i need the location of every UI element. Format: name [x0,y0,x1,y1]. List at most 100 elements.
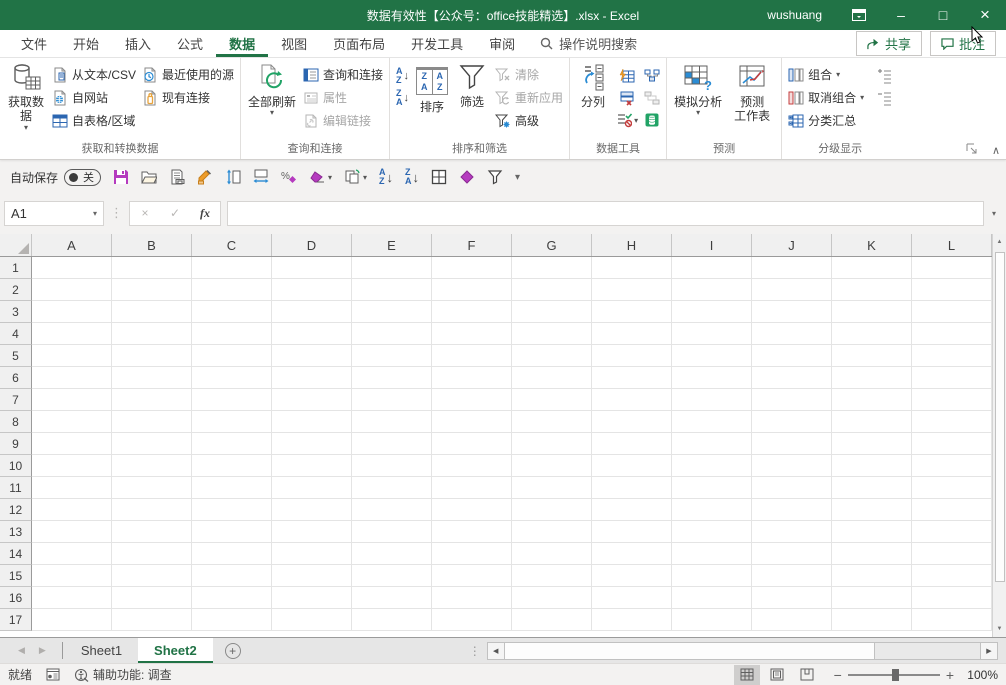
remove-duplicates-button[interactable] [613,87,641,109]
cell-J6[interactable] [752,367,832,389]
cell-L15[interactable] [912,565,992,587]
cell-L14[interactable] [912,543,992,565]
cell-B16[interactable] [112,587,192,609]
cell-B11[interactable] [112,477,192,499]
row-header-12[interactable]: 12 [0,499,32,521]
tell-me-search[interactable]: 操作说明搜索 [528,30,649,57]
cell-B1[interactable] [112,257,192,279]
cell-I15[interactable] [672,565,752,587]
cell-A15[interactable] [32,565,112,587]
zoom-level[interactable]: 100% [958,668,998,682]
cell-J13[interactable] [752,521,832,543]
row-header-14[interactable]: 14 [0,543,32,565]
row-header-13[interactable]: 13 [0,521,32,543]
queries-connections-button[interactable]: 查询和连接 [300,63,386,86]
cell-E7[interactable] [352,389,432,411]
cell-E14[interactable] [352,543,432,565]
cell-H16[interactable] [592,587,672,609]
cell-E9[interactable] [352,433,432,455]
cell-G6[interactable] [512,367,592,389]
column-header-K[interactable]: K [832,234,912,256]
cell-B14[interactable] [112,543,192,565]
cell-B17[interactable] [112,609,192,631]
cell-H7[interactable] [592,389,672,411]
cell-L1[interactable] [912,257,992,279]
zoom-out-button[interactable]: − [834,667,842,683]
cell-E17[interactable] [352,609,432,631]
scroll-left-icon[interactable]: ◀ [487,642,505,660]
cell-H3[interactable] [592,301,672,323]
cell-D4[interactable] [272,323,352,345]
cell-K9[interactable] [832,433,912,455]
print-preview-button[interactable] [169,169,185,185]
cell-D1[interactable] [272,257,352,279]
cell-D17[interactable] [272,609,352,631]
accessibility-status[interactable]: 辅助功能: 调查 [74,666,172,683]
tab-插入[interactable]: 插入 [112,30,164,57]
cell-A11[interactable] [32,477,112,499]
from-table-range-button[interactable]: 自表格/区域 [49,109,139,132]
cell-G5[interactable] [512,345,592,367]
outline-dialog-launcher-icon[interactable] [966,143,978,155]
cell-K11[interactable] [832,477,912,499]
cell-H5[interactable] [592,345,672,367]
what-if-analysis-button[interactable]: ? 模拟分析 ▾ [670,61,726,119]
enter-button[interactable]: ✓ [160,206,190,220]
column-header-G[interactable]: G [512,234,592,256]
tab-scroll-splitter[interactable]: ⋮ [463,638,487,663]
cell-I6[interactable] [672,367,752,389]
cell-C14[interactable] [192,543,272,565]
cell-L11[interactable] [912,477,992,499]
sort-button[interactable]: ZA AZ 排序 [412,61,452,116]
cell-K12[interactable] [832,499,912,521]
column-header-D[interactable]: D [272,234,352,256]
formula-input[interactable] [227,201,984,226]
filter-button[interactable]: 筛选 [452,61,492,111]
cell-E5[interactable] [352,345,432,367]
cell-C13[interactable] [192,521,272,543]
data-validation-button[interactable]: ▾ [613,109,641,131]
recent-sources-button[interactable]: 最近使用的源 [139,63,237,86]
qat-overflow-button[interactable]: ▾ [515,172,520,183]
cell-L4[interactable] [912,323,992,345]
reapply-filter-button[interactable]: 重新应用 [492,86,566,109]
cell-C2[interactable] [192,279,272,301]
cell-F4[interactable] [432,323,512,345]
relationships-button[interactable] [641,87,663,109]
advanced-filter-button[interactable]: 高级 [492,109,566,132]
cell-E15[interactable] [352,565,432,587]
maximize-button[interactable]: □ [922,0,964,30]
row-height-button[interactable] [225,169,241,185]
column-width-button[interactable] [253,169,269,185]
scroll-up-icon[interactable]: ▲ [993,234,1006,250]
cell-J8[interactable] [752,411,832,433]
cell-G15[interactable] [512,565,592,587]
zoom-slider-thumb[interactable] [892,669,899,681]
cell-J11[interactable] [752,477,832,499]
cell-I3[interactable] [672,301,752,323]
cell-H2[interactable] [592,279,672,301]
cell-A10[interactable] [32,455,112,477]
cell-D13[interactable] [272,521,352,543]
cell-D14[interactable] [272,543,352,565]
tab-公式[interactable]: 公式 [164,30,216,57]
cell-B9[interactable] [112,433,192,455]
cell-E16[interactable] [352,587,432,609]
select-all-corner[interactable] [0,234,32,256]
cell-K8[interactable] [832,411,912,433]
cell-A8[interactable] [32,411,112,433]
cell-F1[interactable] [432,257,512,279]
comments-button[interactable]: 批注 [930,31,996,56]
save-button[interactable] [113,169,129,185]
account-user-name[interactable]: wushuang [751,0,838,30]
cell-L3[interactable] [912,301,992,323]
cell-J1[interactable] [752,257,832,279]
cell-J2[interactable] [752,279,832,301]
cell-K4[interactable] [832,323,912,345]
cell-I13[interactable] [672,521,752,543]
tab-页面布局[interactable]: 页面布局 [320,30,398,57]
insert-function-button[interactable]: fx [190,206,220,221]
cell-C9[interactable] [192,433,272,455]
cell-I2[interactable] [672,279,752,301]
qat-sort-descending-button[interactable]: ZA↓ [405,168,419,186]
